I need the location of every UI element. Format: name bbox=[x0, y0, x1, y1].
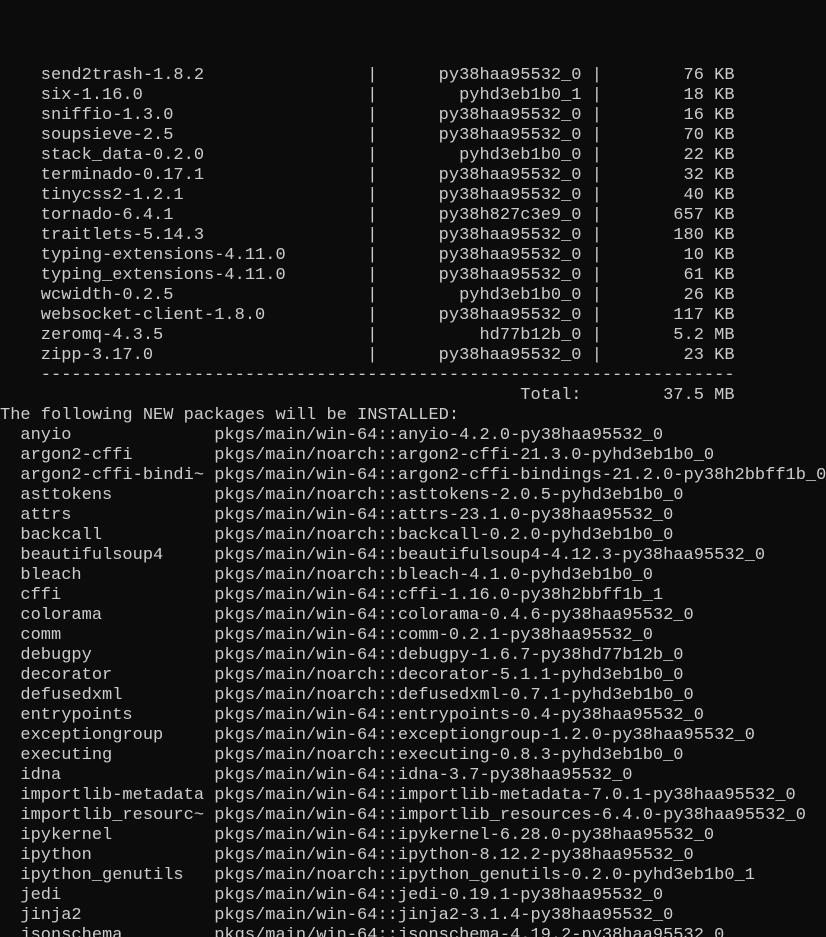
download-row: terminado-0.17.1 | py38haa95532_0 | 32 K… bbox=[0, 166, 826, 186]
total-line: Total: 37.5 MB bbox=[0, 386, 826, 406]
install-row: importlib-metadata pkgs/main/win-64::imp… bbox=[0, 786, 826, 806]
download-row: tinycss2-1.2.1 | py38haa95532_0 | 40 KB bbox=[0, 186, 826, 206]
download-row: send2trash-1.8.2 | py38haa95532_0 | 76 K… bbox=[0, 66, 826, 86]
install-row: argon2-cffi-bindi~ pkgs/main/win-64::arg… bbox=[0, 466, 826, 486]
install-row: comm pkgs/main/win-64::comm-0.2.1-py38ha… bbox=[0, 626, 826, 646]
download-row: stack_data-0.2.0 | pyhd3eb1b0_0 | 22 KB bbox=[0, 146, 826, 166]
install-row: attrs pkgs/main/win-64::attrs-23.1.0-py3… bbox=[0, 506, 826, 526]
install-row: entrypoints pkgs/main/win-64::entrypoint… bbox=[0, 706, 826, 726]
download-row: tornado-6.4.1 | py38h827c3e9_0 | 657 KB bbox=[0, 206, 826, 226]
install-row: cffi pkgs/main/win-64::cffi-1.16.0-py38h… bbox=[0, 586, 826, 606]
install-row: ipykernel pkgs/main/win-64::ipykernel-6.… bbox=[0, 826, 826, 846]
install-row: argon2-cffi pkgs/main/noarch::argon2-cff… bbox=[0, 446, 826, 466]
download-row: typing-extensions-4.11.0 | py38haa95532_… bbox=[0, 246, 826, 266]
install-row: defusedxml pkgs/main/noarch::defusedxml-… bbox=[0, 686, 826, 706]
install-row: colorama pkgs/main/win-64::colorama-0.4.… bbox=[0, 606, 826, 626]
install-row: debugpy pkgs/main/win-64::debugpy-1.6.7-… bbox=[0, 646, 826, 666]
install-row: decorator pkgs/main/noarch::decorator-5.… bbox=[0, 666, 826, 686]
download-row: sniffio-1.3.0 | py38haa95532_0 | 16 KB bbox=[0, 106, 826, 126]
download-row: wcwidth-0.2.5 | pyhd3eb1b0_0 | 26 KB bbox=[0, 286, 826, 306]
install-row: jsonschema pkgs/main/win-64::jsonschema-… bbox=[0, 926, 826, 937]
download-row: traitlets-5.14.3 | py38haa95532_0 | 180 … bbox=[0, 226, 826, 246]
install-row: exceptiongroup pkgs/main/win-64::excepti… bbox=[0, 726, 826, 746]
download-row: zeromq-4.3.5 | hd77b12b_0 | 5.2 MB bbox=[0, 326, 826, 346]
install-header: The following NEW packages will be INSTA… bbox=[0, 406, 826, 426]
install-row: idna pkgs/main/win-64::idna-3.7-py38haa9… bbox=[0, 766, 826, 786]
install-row: bleach pkgs/main/noarch::bleach-4.1.0-py… bbox=[0, 566, 826, 586]
install-row: ipython pkgs/main/win-64::ipython-8.12.2… bbox=[0, 846, 826, 866]
install-row: executing pkgs/main/noarch::executing-0.… bbox=[0, 746, 826, 766]
install-row: importlib_resourc~ pkgs/main/win-64::imp… bbox=[0, 806, 826, 826]
install-row: ipython_genutils pkgs/main/noarch::ipyth… bbox=[0, 866, 826, 886]
download-row: six-1.16.0 | pyhd3eb1b0_1 | 18 KB bbox=[0, 86, 826, 106]
install-row: beautifulsoup4 pkgs/main/win-64::beautif… bbox=[0, 546, 826, 566]
install-row: jinja2 pkgs/main/win-64::jinja2-3.1.4-py… bbox=[0, 906, 826, 926]
install-row: backcall pkgs/main/noarch::backcall-0.2.… bbox=[0, 526, 826, 546]
terminal-output: send2trash-1.8.2 | py38haa95532_0 | 76 K… bbox=[0, 66, 826, 937]
download-row: zipp-3.17.0 | py38haa95532_0 | 23 KB bbox=[0, 346, 826, 366]
separator-line: ----------------------------------------… bbox=[0, 366, 826, 386]
download-row: soupsieve-2.5 | py38haa95532_0 | 70 KB bbox=[0, 126, 826, 146]
install-row: asttokens pkgs/main/noarch::asttokens-2.… bbox=[0, 486, 826, 506]
install-row: jedi pkgs/main/win-64::jedi-0.19.1-py38h… bbox=[0, 886, 826, 906]
download-row: websocket-client-1.8.0 | py38haa95532_0 … bbox=[0, 306, 826, 326]
install-row: anyio pkgs/main/win-64::anyio-4.2.0-py38… bbox=[0, 426, 826, 446]
download-row: typing_extensions-4.11.0 | py38haa95532_… bbox=[0, 266, 826, 286]
